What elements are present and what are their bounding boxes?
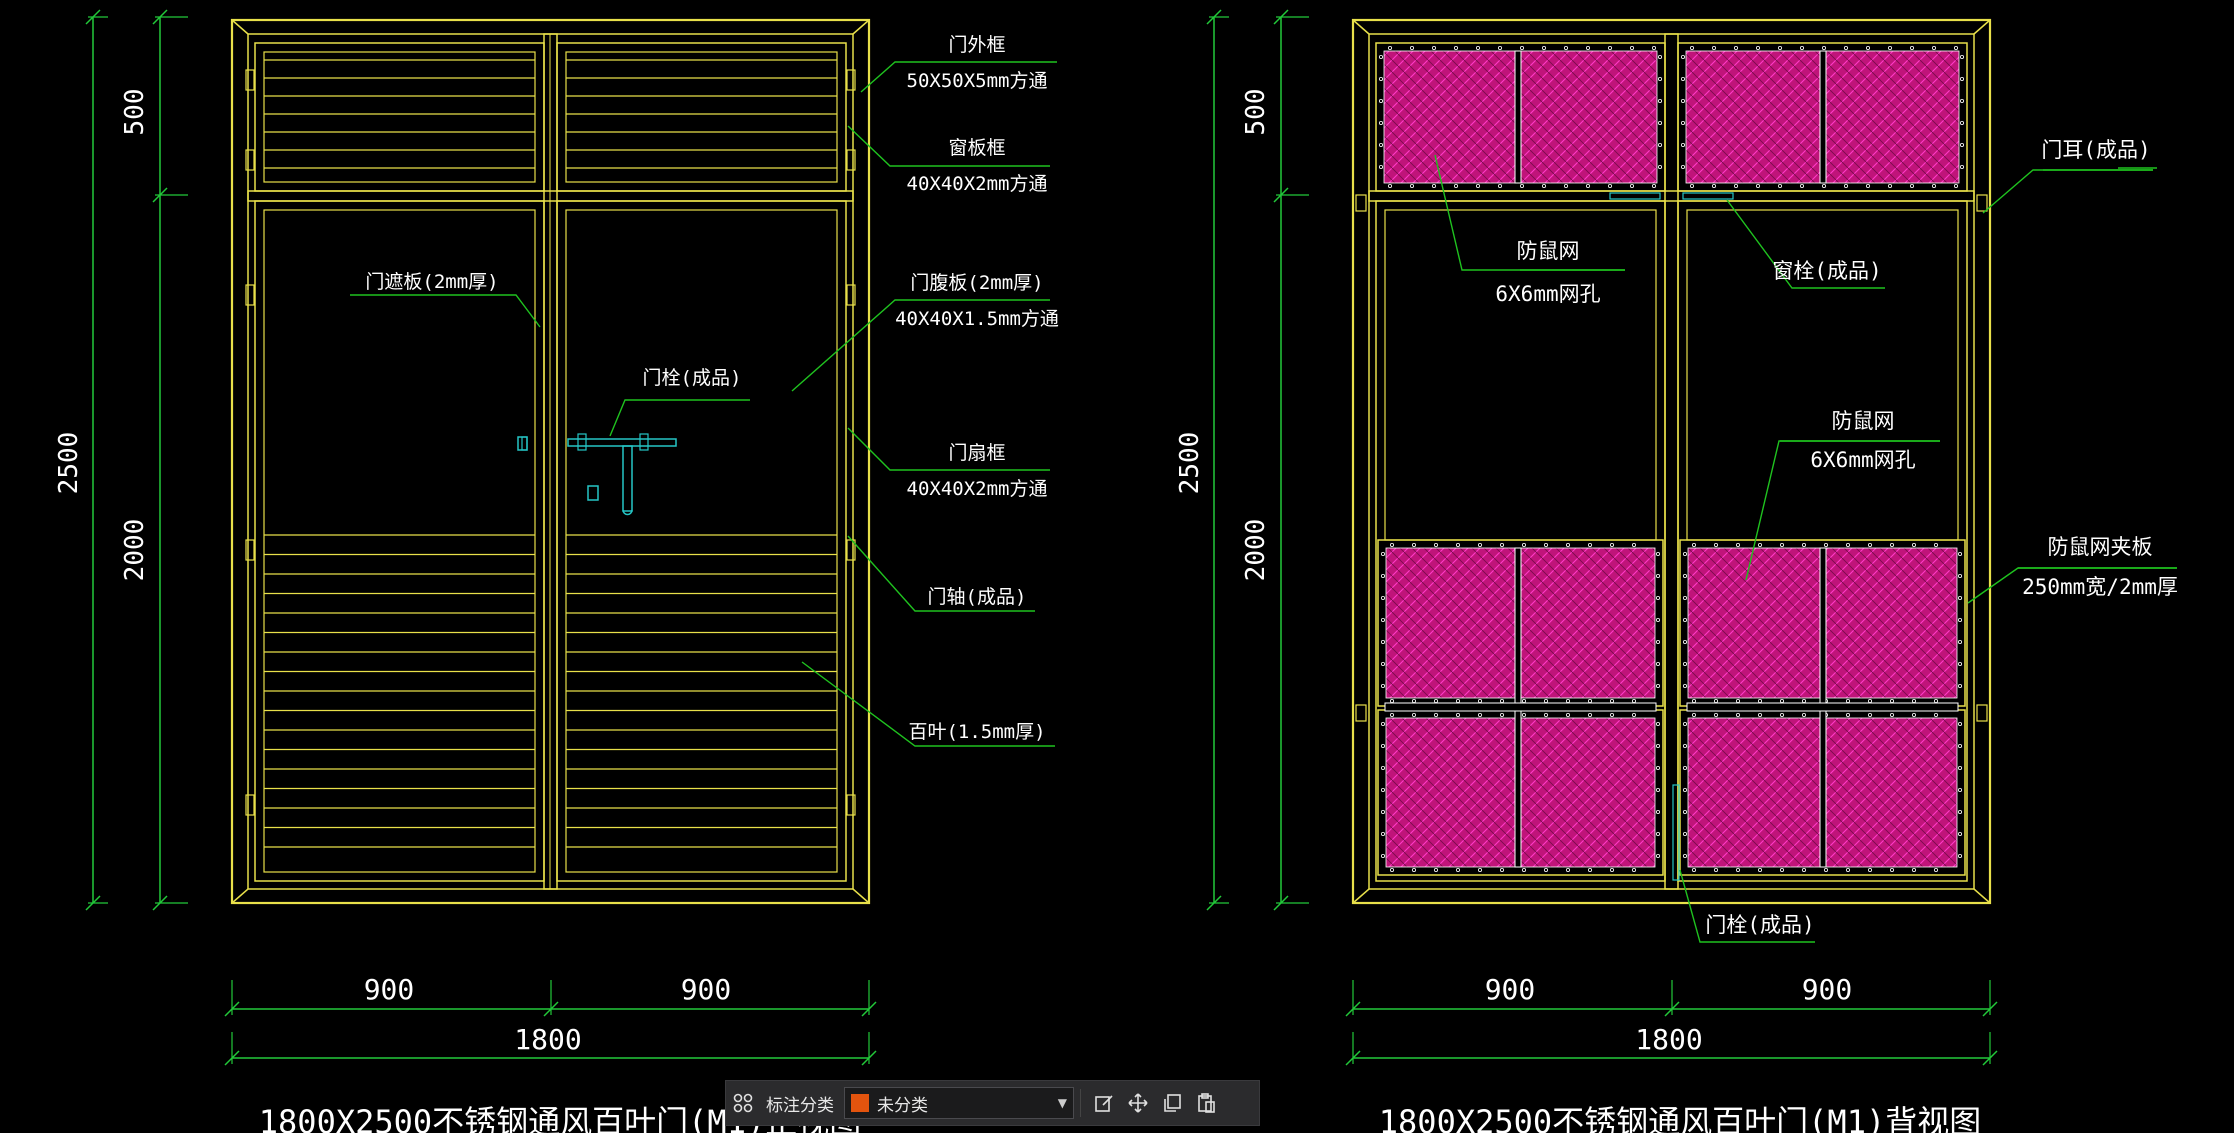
back-mesh1-spec: 6X6mm网孔 (1495, 282, 1600, 306)
back-dim-total: 2500 (1175, 432, 1205, 495)
front-belly-spec: 40X40X1.5mm方通 (895, 308, 1059, 330)
chevron-down-icon: ▼ (1057, 1096, 1067, 1110)
back-dim-w-right: 900 (1802, 973, 1853, 1006)
back-door-ear: 门耳(成品) (2041, 138, 2150, 162)
back-mesh2-spec: 6X6mm网孔 (1810, 448, 1915, 472)
front-outer-frame-spec: 50X50X5mm方通 (907, 70, 1048, 92)
back-bolt: 门栓(成品) (1705, 913, 1814, 937)
back-mesh-divider (1514, 50, 1522, 184)
edit-icon[interactable] (1087, 1086, 1121, 1120)
front-cover-plate: 门遮板(2mm厚) (365, 271, 498, 293)
paste-icon[interactable] (1189, 1086, 1223, 1120)
front-hinge: 门轴(成品) (928, 586, 1027, 608)
front-louver: 百叶(1.5mm厚) (908, 721, 1045, 743)
category-color-swatch (851, 1094, 869, 1112)
back-window-bolt: 窗栓(成品) (1772, 259, 1881, 283)
back-clamp-spec: 250mm宽/2mm厚 (2022, 575, 2178, 599)
back-dim-top: 500 (1241, 89, 1271, 136)
cad-drawing: 500 2000 2500 900 900 1800 门外框 50X50X5mm… (0, 0, 2234, 1133)
category-dropdown[interactable]: 未分类 ▼ (844, 1087, 1074, 1119)
front-leaf-frame-spec: 40X40X2mm方通 (907, 478, 1048, 500)
back-dim-mid: 2000 (1241, 519, 1271, 582)
back-mesh-divider (1819, 50, 1827, 184)
front-dim-w-left: 900 (364, 973, 415, 1006)
copy-icon[interactable] (1155, 1086, 1189, 1120)
back-dim-w-left: 900 (1485, 973, 1536, 1006)
front-leaf-frame-title: 门扇框 (948, 442, 1005, 464)
back-dim-w-total: 1800 (1635, 1023, 1702, 1056)
category-selected-value: 未分类 (877, 1095, 928, 1116)
move-icon[interactable] (1121, 1086, 1155, 1120)
annotation-category-label: 标注分类 (766, 1095, 834, 1116)
front-window-frame-title: 窗板框 (948, 137, 1005, 159)
back-title: 1800X2500不锈钢通风百叶门(M1)背视图 (1379, 1103, 1981, 1133)
front-outer-frame-title: 门外框 (948, 34, 1005, 56)
back-mesh2-title: 防鼠网 (1832, 409, 1895, 433)
front-belly-title: 门腹板(2mm厚) (910, 272, 1043, 294)
front-dim-w-right: 900 (681, 973, 732, 1006)
front-dim-w-total: 1800 (514, 1023, 581, 1056)
back-mesh1-title: 防鼠网 (1517, 239, 1580, 263)
grid-icon[interactable] (726, 1086, 760, 1120)
front-window-frame-spec: 40X40X2mm方通 (907, 173, 1048, 195)
back-mesh-rail (1686, 702, 1959, 712)
front-dim-top: 500 (120, 89, 150, 136)
back-mesh-rail (1384, 702, 1657, 712)
front-dim-total: 2500 (54, 432, 84, 495)
annotation-toolbar: 标注分类 未分类 ▼ (725, 1080, 1260, 1126)
back-clamp-title: 防鼠网夹板 (2048, 535, 2153, 559)
front-bolt: 门栓(成品) (643, 367, 742, 389)
front-dim-mid: 2000 (120, 519, 150, 582)
